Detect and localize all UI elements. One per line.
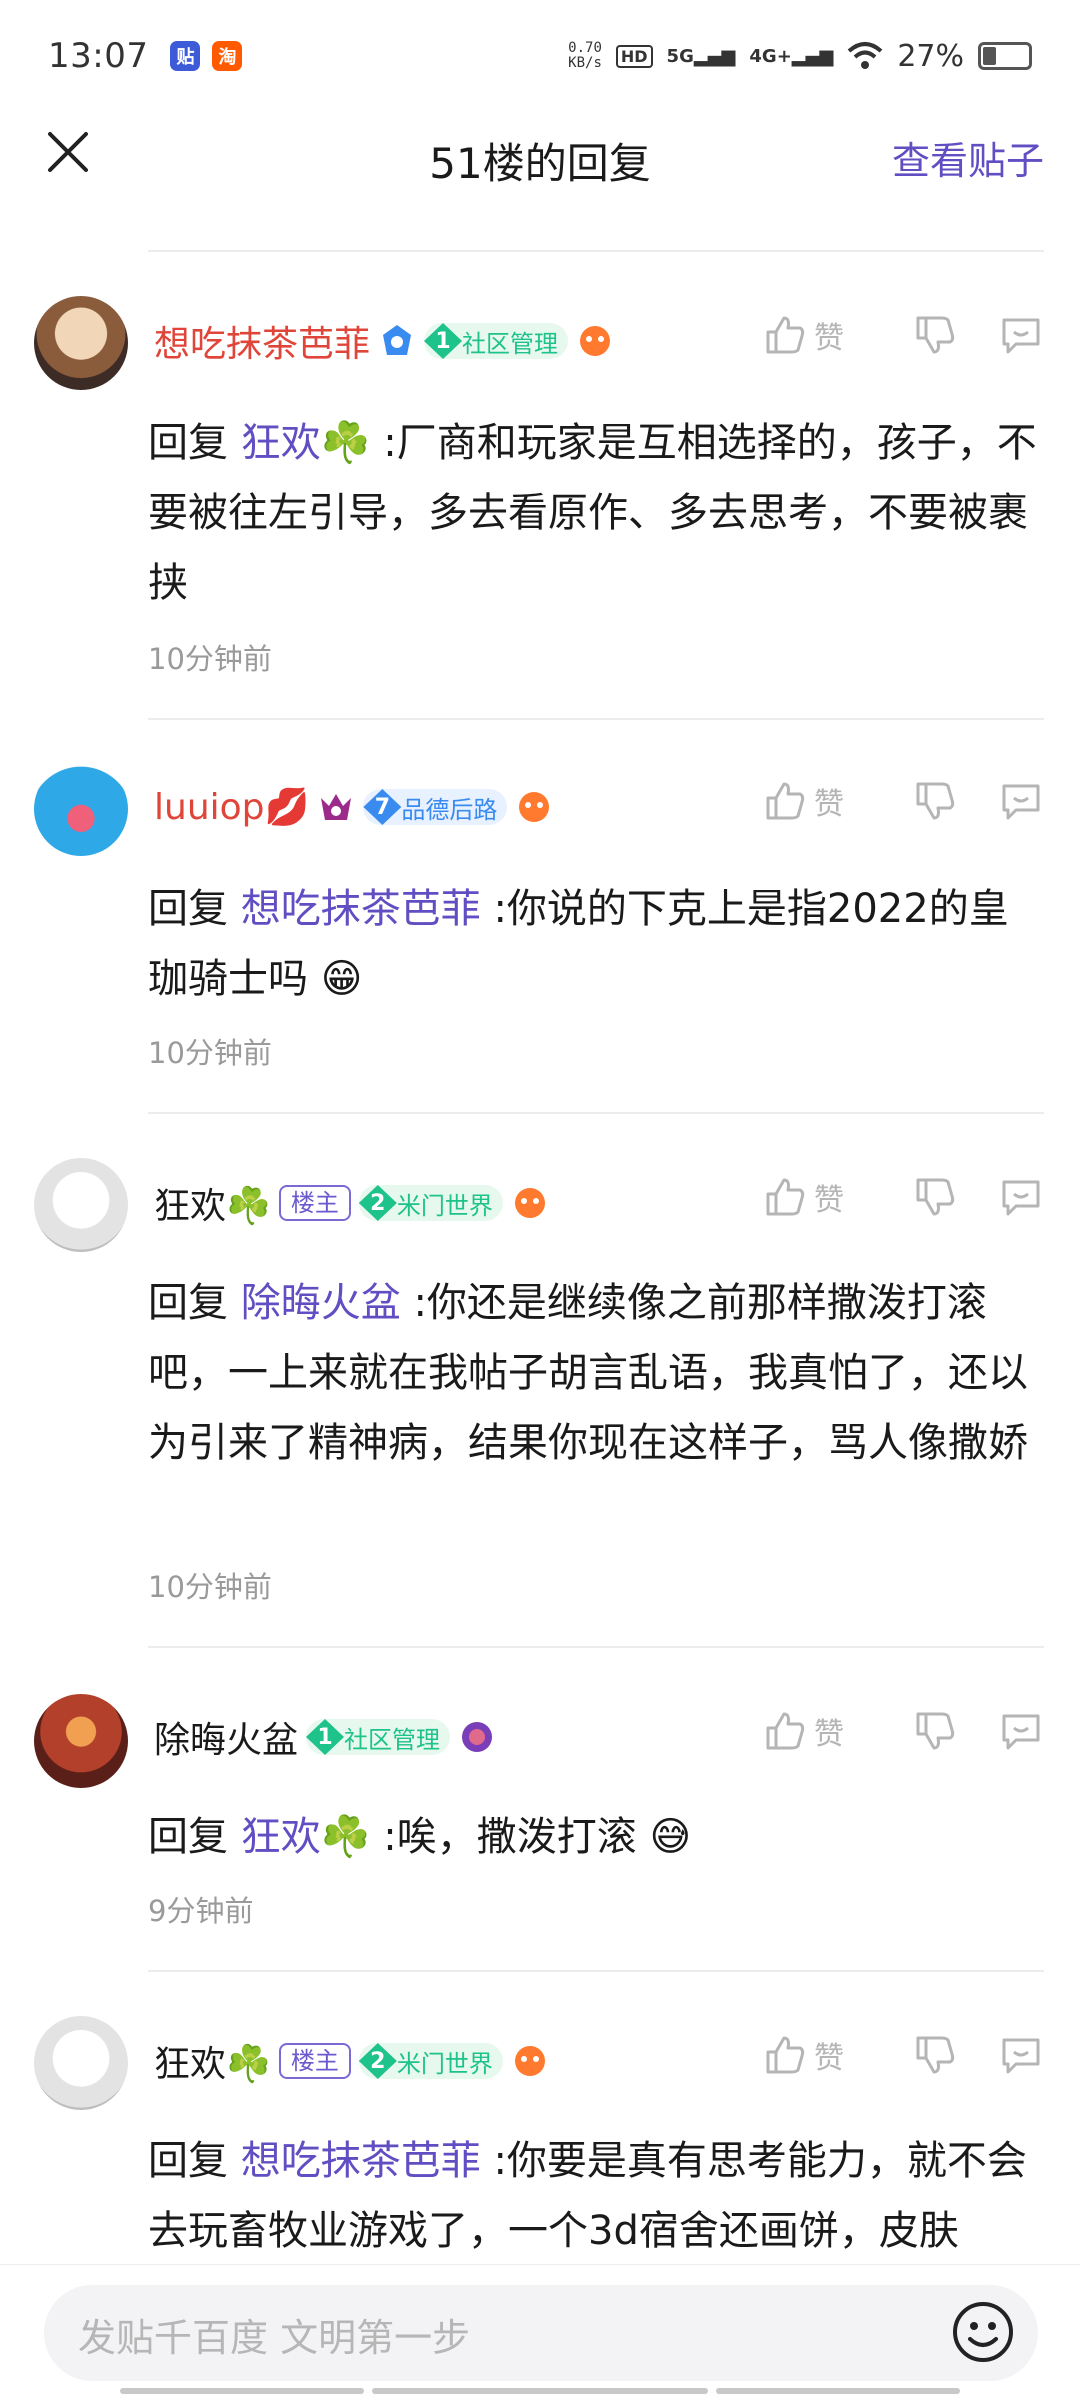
reply-target-link[interactable]: 除晦火盆 — [241, 1280, 401, 1326]
game-badge-icon — [519, 792, 550, 822]
action-bar: 赞 — [762, 778, 1044, 824]
thumb-down-icon[interactable] — [912, 1708, 958, 1754]
action-bar: 赞 — [762, 1708, 1044, 1754]
comment-input-bar: 发贴千百度 文明第一步 — [0, 2264, 1080, 2400]
divider — [148, 1970, 1044, 1972]
status-app-icons: 贴 淘 — [170, 41, 243, 71]
like-button[interactable]: 赞 — [762, 1174, 872, 1220]
op-badge: 楼主 — [278, 1185, 351, 1221]
reply-content: 回复 狂欢☘️ :厂商和玩家是互相选择的，孩子，不要被往左引导，多去看原作、多去… — [148, 420, 1037, 606]
input-placeholder: 发贴千百度 文明第一步 — [78, 2316, 471, 2360]
avatar[interactable] — [34, 1694, 128, 1788]
signal-4g-icon: 4G+▂▄▆ — [749, 45, 834, 67]
reply-content: 回复 除晦火盆 :你还是继续像之前那样撒泼打滚吧，一上来就在我帖子胡言乱语，我真… — [148, 1280, 1028, 1466]
hd-icon: HD — [615, 44, 653, 68]
like-button[interactable]: 赞 — [762, 778, 872, 824]
divider — [148, 1112, 1044, 1114]
like-button[interactable]: 赞 — [762, 2032, 872, 2078]
reply-content: 回复 狂欢☘️ :唉，撒泼打滚 😅 — [148, 1814, 692, 1860]
thumb-up-icon — [766, 2036, 805, 2074]
view-post-link[interactable]: 查看贴子 — [892, 130, 1044, 185]
username[interactable]: 狂欢☘️ — [154, 1177, 271, 1229]
reply-target-link[interactable]: 狂欢☘️ — [241, 420, 371, 466]
action-bar: 赞 — [762, 1174, 1044, 1220]
op-badge: 楼主 — [278, 2043, 351, 2079]
network-speed: 0.70 KB/s — [568, 40, 602, 71]
level-badge: 2 米门世界 — [358, 2043, 503, 2079]
signal-5g-icon: 5G▂▄▆ — [666, 45, 736, 67]
avatar[interactable] — [34, 2016, 128, 2110]
tieba-app-icon: 贴 — [170, 41, 201, 71]
comment-input[interactable]: 发贴千百度 文明第一步 — [44, 2285, 1038, 2381]
level-badge: 1 社区管理 — [424, 323, 569, 359]
timestamp: 10分钟前 — [148, 642, 272, 676]
crown-badge-icon — [321, 794, 352, 820]
timestamp: 9分钟前 — [148, 1894, 254, 1928]
user-info-row: 狂欢☘️ 楼主 2 米门世界 — [154, 2036, 549, 2086]
level-badge: 1 社区管理 — [306, 1719, 451, 1755]
user-info-row: 想吃抹茶芭菲 1 社区管理 — [154, 316, 614, 366]
username[interactable]: 想吃抹茶芭菲 — [154, 315, 370, 367]
avatar[interactable] — [34, 296, 128, 390]
level-badge: 2 米门世界 — [358, 1185, 503, 1221]
thumb-down-icon[interactable] — [912, 312, 958, 358]
username[interactable]: 狂欢☘️ — [154, 2035, 271, 2087]
like-button[interactable]: 赞 — [762, 1708, 872, 1754]
nav-indicator — [716, 2388, 960, 2394]
divider — [148, 250, 1044, 252]
game-badge-icon — [514, 2046, 545, 2076]
reply-target-link[interactable]: 想吃抹茶芭菲 — [241, 2138, 481, 2184]
thumb-up-icon — [766, 782, 805, 820]
battery-icon — [978, 42, 1032, 70]
reply-content: 回复 想吃抹茶芭菲 :你要是真有思考能力，就不会去玩畜牧业游戏了，一个3d宿舍还… — [148, 2138, 1027, 2254]
action-bar: 赞 — [762, 312, 1044, 358]
status-indicators: 0.70 KB/s HD 5G▂▄▆ 4G+▂▄▆ 27% — [568, 39, 1032, 74]
like-button[interactable]: 赞 — [762, 312, 872, 358]
status-time: 13:07 — [48, 36, 149, 76]
divider — [148, 718, 1044, 720]
reply-comment-icon[interactable] — [998, 778, 1044, 824]
reply-target-link[interactable]: 狂欢☘️ — [241, 1814, 371, 1860]
reply-comment-icon[interactable] — [998, 2032, 1044, 2078]
thumb-down-icon[interactable] — [912, 2032, 958, 2078]
emoji-icon[interactable] — [950, 2299, 1016, 2365]
reply-comment-icon[interactable] — [998, 1174, 1044, 1220]
nav-indicator — [120, 2388, 364, 2394]
game-badge-icon — [514, 1188, 545, 1218]
reply-list — [0, 250, 1080, 252]
medal-badge-icon — [462, 1722, 493, 1752]
avatar[interactable] — [34, 1158, 128, 1252]
reply-target-link[interactable]: 想吃抹茶芭菲 — [241, 886, 481, 932]
user-info-row: luuiop💋 7 品德后路 — [154, 782, 553, 832]
reply-comment-icon[interactable] — [998, 1708, 1044, 1754]
reply-comment-icon[interactable] — [998, 312, 1044, 358]
divider — [148, 1646, 1044, 1648]
wifi-icon — [847, 42, 883, 69]
thumb-up-icon — [766, 1712, 805, 1750]
thumb-up-icon — [766, 316, 805, 354]
user-info-row: 狂欢☘️ 楼主 2 米门世界 — [154, 1178, 549, 1228]
username[interactable]: 除晦火盆 — [154, 1711, 298, 1763]
game-badge-icon — [580, 326, 611, 356]
username[interactable]: luuiop💋 — [154, 786, 309, 828]
status-bar: 13:07 贴 淘 0.70 KB/s HD 5G▂▄▆ 4G+▂▄▆ 27% — [0, 0, 1080, 112]
timestamp: 10分钟前 — [148, 1570, 272, 1604]
taobao-app-icon: 淘 — [212, 41, 243, 71]
battery-percent: 27% — [897, 38, 964, 74]
level-badge: 7 品德后路 — [363, 789, 508, 825]
user-info-row: 除晦火盆 1 社区管理 — [154, 1712, 496, 1762]
action-bar: 赞 — [762, 2032, 1044, 2078]
thumb-down-icon[interactable] — [912, 1174, 958, 1220]
thumb-down-icon[interactable] — [912, 778, 958, 824]
crown-badge-icon — [383, 325, 412, 355]
avatar[interactable] — [34, 762, 128, 856]
nav-indicator — [372, 2388, 708, 2394]
timestamp: 10分钟前 — [148, 1036, 272, 1070]
thumb-up-icon — [766, 1178, 805, 1216]
reply-content: 回复 想吃抹茶芭菲 :你说的下克上是指2022的皇珈骑士吗 😁 — [148, 886, 1009, 1002]
